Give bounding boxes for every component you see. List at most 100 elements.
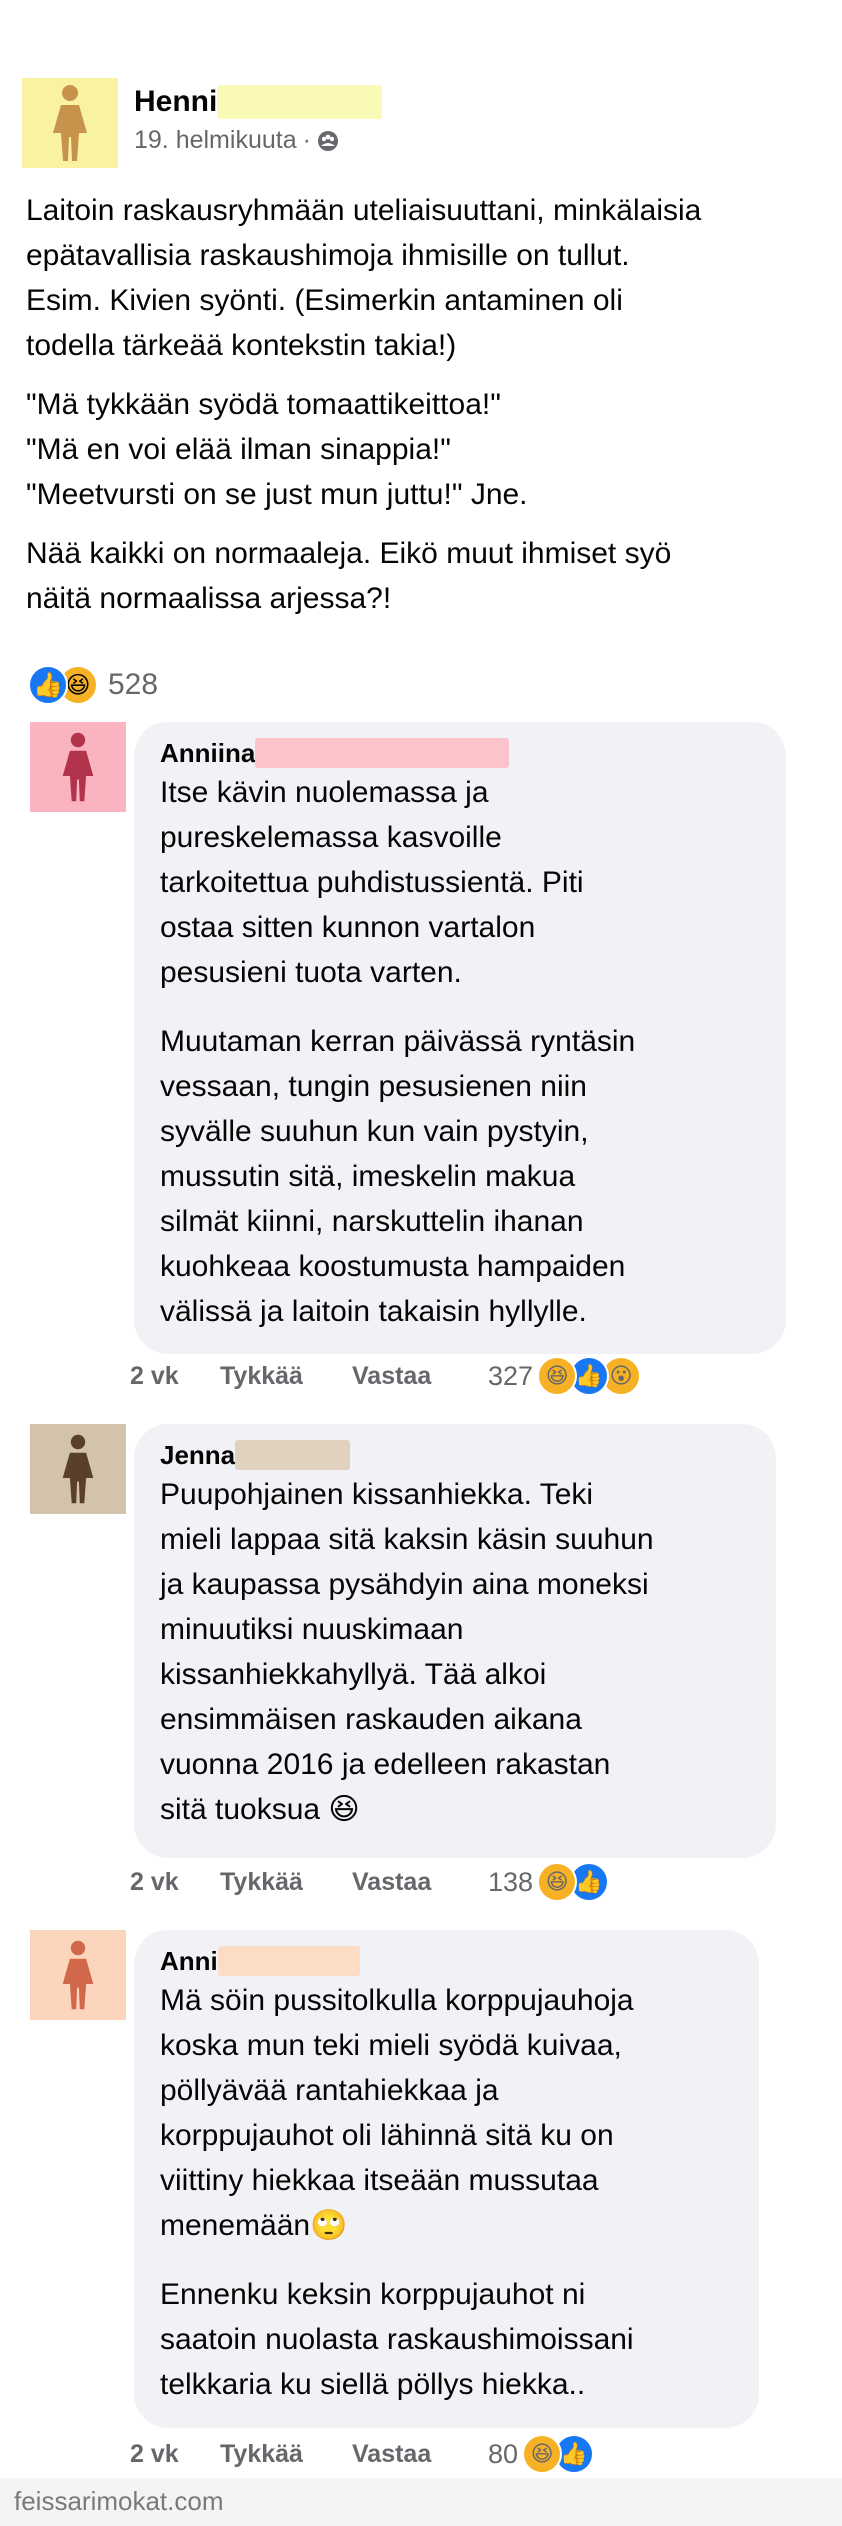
reply-button[interactable]: Vastaa <box>352 1362 488 1391</box>
comment-reaction-count[interactable]: 138 <box>488 1867 533 1898</box>
comment-text-line: pureskelemassa kasvoille <box>160 821 502 854</box>
post-text-line: "Meetvursti on se just mun juttu!" Jne. <box>26 478 528 511</box>
post-text-line: Nää kaikki on normaaleja. Eikö muut ihmi… <box>26 537 672 570</box>
comment-text-line: ensimmäisen raskauden aikana <box>160 1703 582 1736</box>
person-icon <box>62 1940 94 2010</box>
comment-text-line: mussutin sitä, imeskelin makua <box>160 1160 576 1193</box>
comment-text-line: minuutiksi nuuskimaan <box>160 1613 464 1646</box>
commenter-name[interactable]: Jenna <box>160 1440 235 1471</box>
author-line: Henni <box>134 82 383 122</box>
comment-bubble: Anniina Itse kävin nuolemassa ja pureskel… <box>134 722 786 1354</box>
reaction-count[interactable]: 528 <box>108 668 158 702</box>
commenter-avatar[interactable] <box>30 1424 126 1514</box>
post-date[interactable]: 19. helmikuuta <box>134 126 297 155</box>
comment-text-line: saatoin nuolasta raskaushimoissani <box>160 2323 634 2356</box>
comment-text-line: viittiny hiekkaa itseään mussutaa <box>160 2164 599 2197</box>
comment-text-line: silmät kiinni, narskuttelin ihanan <box>160 1205 584 1238</box>
post-meta: 19. helmikuuta · <box>134 126 339 155</box>
person-icon <box>62 1434 94 1504</box>
like-button[interactable]: Tykkää <box>220 2440 352 2469</box>
comment-text-line: kissanhiekkahyllyä. Tää alkoi <box>160 1658 547 1691</box>
comment-text-line: tarkoitettua puhdistussientä. Piti <box>160 866 584 899</box>
comment-text-line: ostaa sitten kunnon vartalon <box>160 911 536 944</box>
comment-actions: 2 vk Tykkää Vastaa 80 😆 👍 <box>130 2434 595 2474</box>
comment-text: Itse kävin nuolemassa ja pureskelemassa k… <box>160 770 760 1334</box>
like-button[interactable]: Tykkää <box>220 1868 352 1897</box>
comment-text-line: mieli lappaa sitä kaksin käsin suuhun <box>160 1523 654 1556</box>
commenter-avatar[interactable] <box>30 1930 126 2020</box>
post-text-line: "Mä en voi elää ilman sinappia!" <box>26 433 451 466</box>
comment-paragraph: Ennenku keksin korppujauhot ni saatoin nu… <box>160 2272 733 2407</box>
like-button[interactable]: Tykkää <box>220 1362 352 1391</box>
post-text-line: todella tärkeää kontekstin takia!) <box>26 329 457 362</box>
comment-time[interactable]: 2 vk <box>130 1362 220 1391</box>
comment-text: Mä söin pussitolkulla korppujauhoja koska… <box>160 1978 733 2407</box>
commenter-name-line: Anniina <box>160 736 760 770</box>
comment-paragraph: Muutaman kerran päivässä ryntäsin vessaan… <box>160 1019 760 1334</box>
post-header: Henni 19. helmikuuta · <box>22 78 802 170</box>
comment-text-line: pesusieni tuota varten. <box>160 956 462 989</box>
comment-text-line: pöllyävää rantahiekkaa ja <box>160 2074 499 2107</box>
comment-text-line: ja kaupassa pysähdyin aina moneksi <box>160 1568 649 1601</box>
comment-text-line: Mä söin pussitolkulla korppujauhoja <box>160 1984 634 2017</box>
comment-text-line: syvälle suuhun kun vain pystyin, <box>160 1115 589 1148</box>
haha-reaction-icon: 😆 <box>522 2434 563 2474</box>
post-text-line: epätavallisia raskaushimoja ihmisille on… <box>26 239 630 272</box>
comment-reaction-count[interactable]: 327 <box>488 1361 533 1392</box>
separator-dot: · <box>302 126 311 154</box>
comment-text-line: sitä tuoksua 😆 <box>160 1793 360 1826</box>
haha-reaction-icon: 😆 <box>537 1862 578 1902</box>
comment-text-line: vuonna 2016 ja edelleen rakastan <box>160 1748 611 1781</box>
comment-text-line: Puupohjainen kissanhiekka. Teki <box>160 1478 594 1511</box>
post-paragraph: "Mä tykkään syödä tomaattikeittoa!" "Mä e… <box>26 382 806 517</box>
comment-text-line: kuohkeaa koostumusta hampaiden <box>160 1250 626 1283</box>
person-icon <box>62 732 94 802</box>
comment-text-line: vessaan, tungin pesusienen niin <box>160 1070 587 1103</box>
post-reactions[interactable]: 👍 😆 528 <box>28 660 158 710</box>
redacted-name <box>235 1440 351 1470</box>
comment-time[interactable]: 2 vk <box>130 1868 220 1897</box>
commenter-name-line: Jenna <box>160 1438 750 1472</box>
post-text-line: Laitoin raskausryhmään uteliaisuuttani, … <box>26 194 702 227</box>
comment-text-line: telkkaria ku siellä pöllys hiekka.. <box>160 2368 586 2401</box>
author-avatar[interactable] <box>22 78 118 168</box>
post-text-line: näitä normaalissa arjessa?! <box>26 582 392 615</box>
watermark: feissarimokat.com <box>14 2486 224 2516</box>
comment-paragraph: Puupohjainen kissanhiekka. Teki mieli lap… <box>160 1472 750 1832</box>
post-text-line: Esim. Kivien syönti. (Esimerkin antamine… <box>26 284 623 317</box>
commenter-name[interactable]: Anniina <box>160 738 255 769</box>
comment-text-line: koska mun teki mieli syödä kuivaa, <box>160 2029 622 2062</box>
comment-text-line: Ennenku keksin korppujauhot ni <box>160 2278 586 2311</box>
comment-text-line: menemään🙄 <box>160 2209 348 2242</box>
author-name[interactable]: Henni <box>134 85 217 119</box>
comment-bubble: Anni Mä söin pussitolkulla korppujauhoja… <box>134 1930 759 2428</box>
comment-bubble: Jenna Puupohjainen kissanhiekka. Teki mie… <box>134 1424 776 1858</box>
comment-reaction-count[interactable]: 80 <box>488 2439 518 2470</box>
group-icon <box>317 130 338 151</box>
comment-actions: 2 vk Tykkää Vastaa 138 😆 👍 <box>130 1862 610 1902</box>
like-reaction-icon: 👍 <box>28 665 68 705</box>
reply-button[interactable]: Vastaa <box>352 2440 488 2469</box>
post-text-line: "Mä tykkään syödä tomaattikeittoa!" <box>26 388 501 421</box>
post-paragraph: Laitoin raskausryhmään uteliaisuuttani, … <box>26 188 806 368</box>
comment-text-line: korppujauhot oli lähinnä sitä ku on <box>160 2119 614 2152</box>
redacted-name <box>255 738 510 768</box>
comment-text-line: Itse kävin nuolemassa ja <box>160 776 489 809</box>
comment-text-line: Muutaman kerran päivässä ryntäsin <box>160 1025 636 1058</box>
commenter-avatar[interactable] <box>30 722 126 812</box>
redacted-name <box>217 1946 360 1976</box>
comment-paragraph: Mä söin pussitolkulla korppujauhoja koska… <box>160 1978 733 2248</box>
comment-text: Puupohjainen kissanhiekka. Teki mieli lap… <box>160 1472 750 1832</box>
comment-text-line: välissä ja laitoin takaisin hyllylle. <box>160 1295 587 1328</box>
reply-button[interactable]: Vastaa <box>352 1868 488 1897</box>
haha-reaction-icon: 😆 <box>537 1356 578 1396</box>
post-paragraph: Nää kaikki on normaaleja. Eikö muut ihmi… <box>26 531 806 621</box>
redacted-name <box>217 85 383 119</box>
commenter-name[interactable]: Anni <box>160 1946 218 1977</box>
person-icon <box>53 85 87 161</box>
comment-actions: 2 vk Tykkää Vastaa 327 😆 👍 😮 <box>130 1356 642 1396</box>
post-body: Laitoin raskausryhmään uteliaisuuttani, … <box>26 188 806 635</box>
comment-time[interactable]: 2 vk <box>130 2440 220 2469</box>
commenter-name-line: Anni <box>160 1944 733 1978</box>
comment-paragraph: Itse kävin nuolemassa ja pureskelemassa k… <box>160 770 760 995</box>
